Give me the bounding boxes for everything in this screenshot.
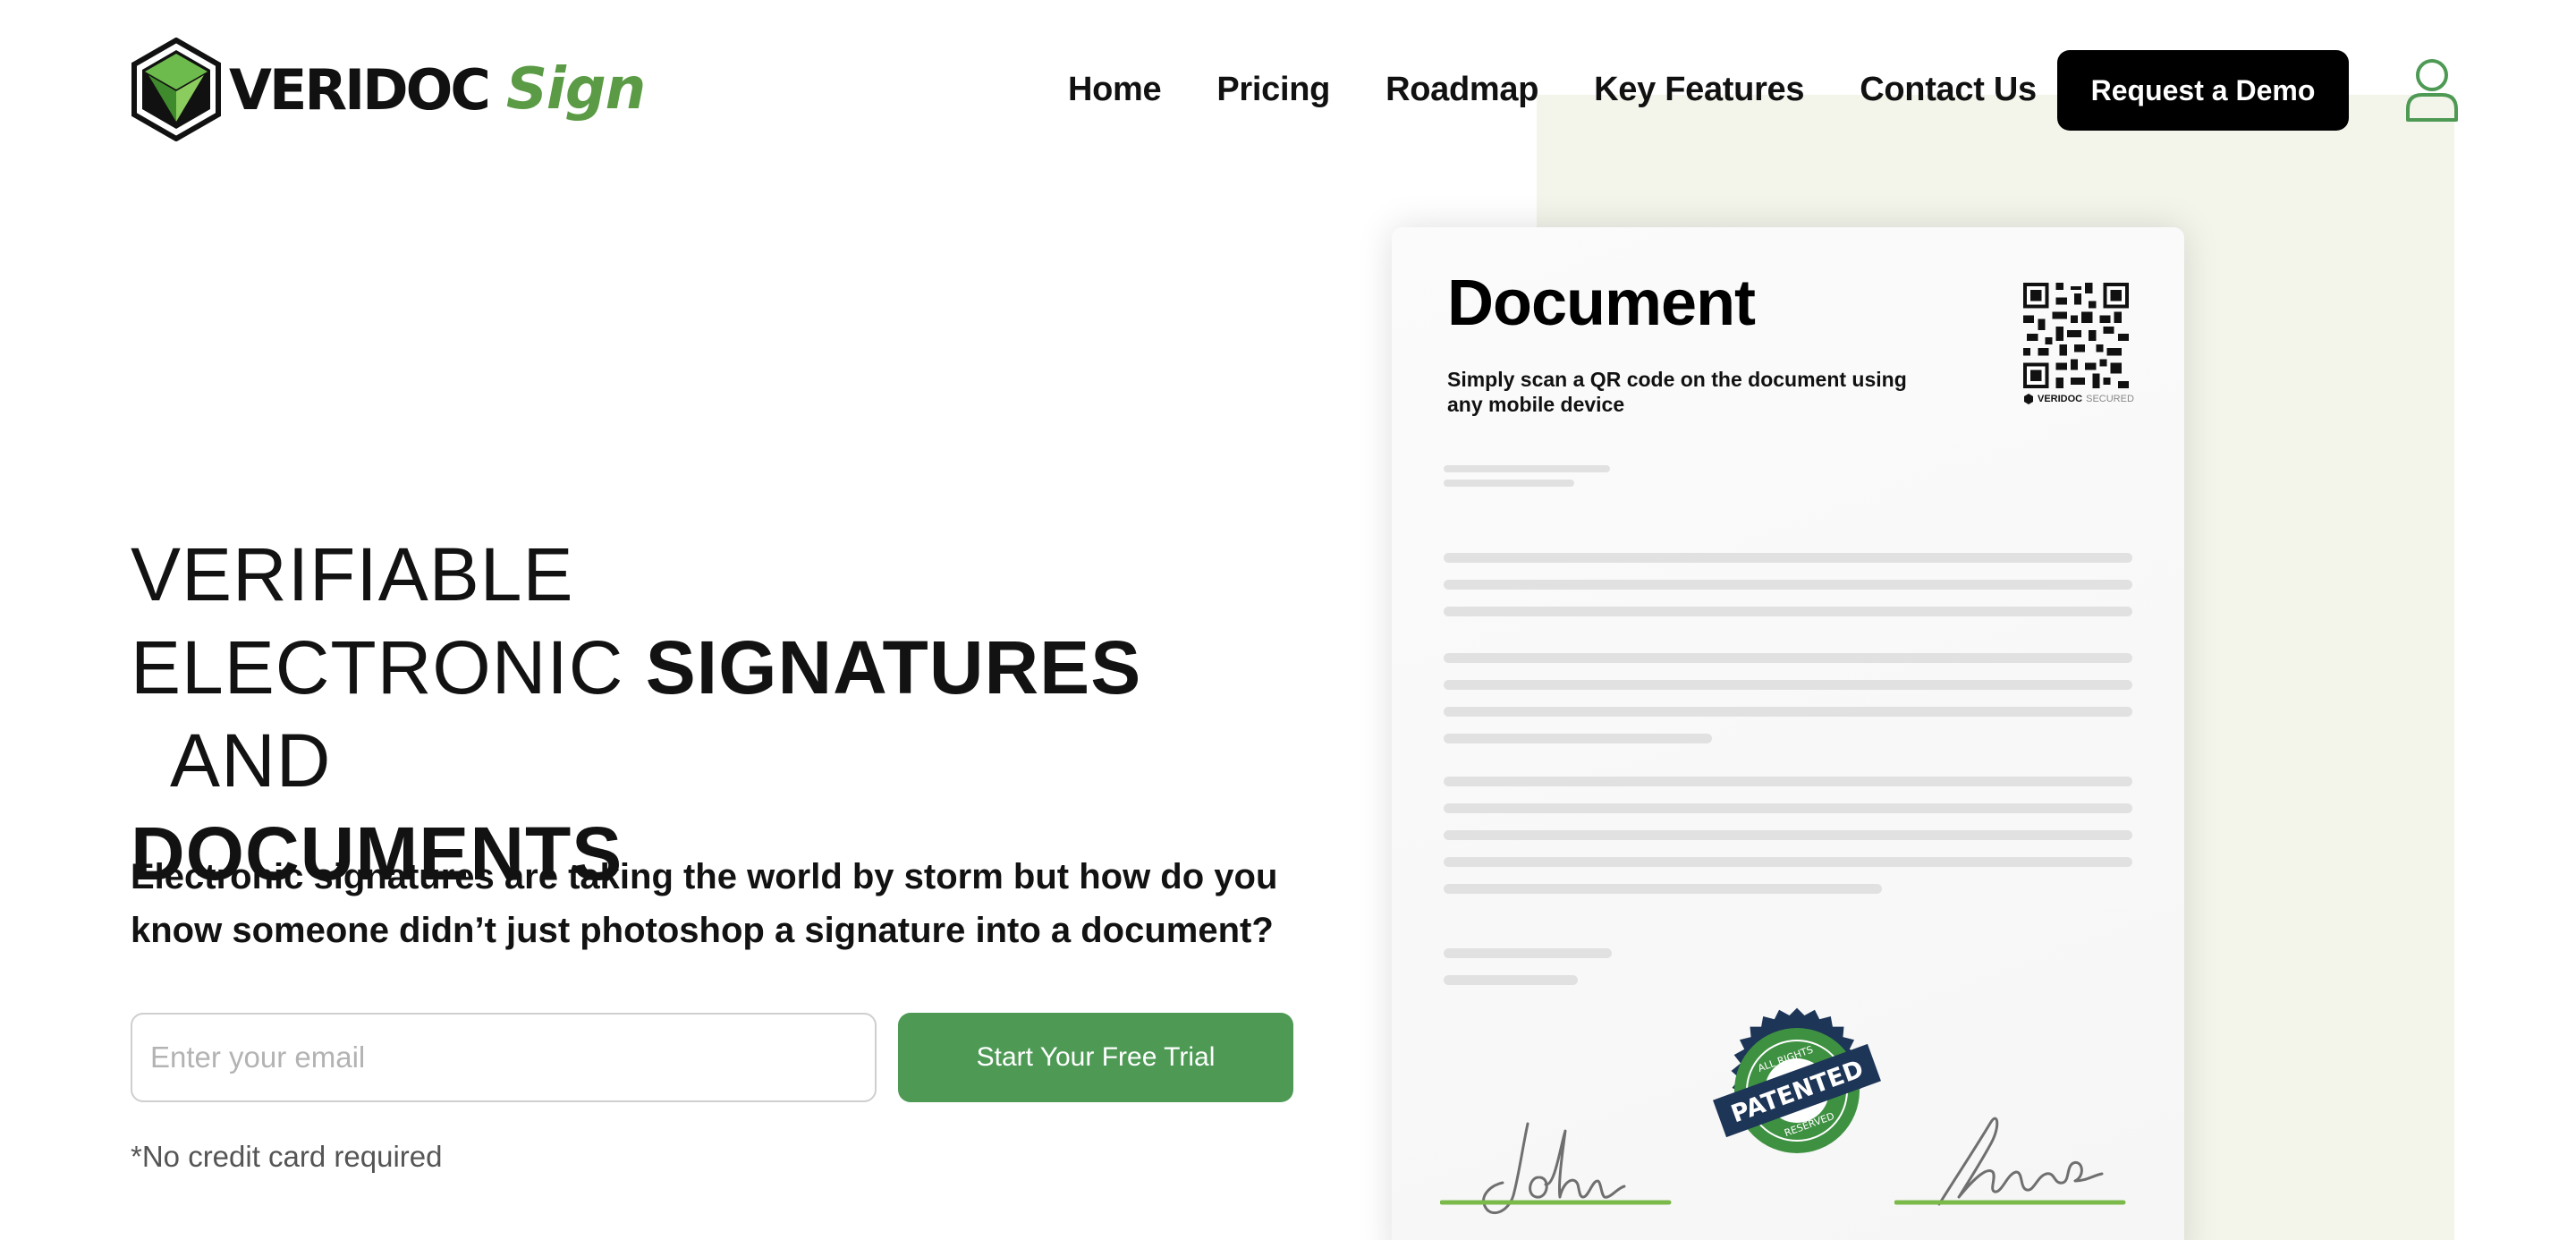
veridoc-mini-logo-icon xyxy=(2024,394,2033,404)
qr-caption: VERIDOC SECURED xyxy=(2023,394,2134,404)
main-nav: Home Pricing Roadmap Key Features Contac… xyxy=(1068,64,2037,115)
no-credit-card-note: *No credit card required xyxy=(131,1140,443,1173)
document-subtitle: Simply scan a QR code on the document us… xyxy=(1447,368,1907,416)
placeholder-line xyxy=(1444,948,1612,958)
start-free-trial-button[interactable]: Start Your Free Trial xyxy=(898,1013,1293,1102)
placeholder-line xyxy=(1444,580,2132,590)
signature-left-icon xyxy=(1440,1122,1672,1215)
nav-roadmap[interactable]: Roadmap xyxy=(1385,64,1538,115)
patented-seal-icon: PATENTED ALL RIGHTS RESERVED xyxy=(1713,1007,1881,1153)
nav-key-features[interactable]: Key Features xyxy=(1594,64,1804,115)
logo[interactable]: VERIDOC Sign xyxy=(131,38,646,141)
hero-title-line2a: ELECTRONIC xyxy=(131,625,646,709)
placeholder-line xyxy=(1444,480,1574,487)
nav-pricing[interactable]: Pricing xyxy=(1216,64,1330,115)
placeholder-line xyxy=(1444,777,2132,786)
request-demo-button[interactable]: Request a Demo xyxy=(2057,50,2349,131)
nav-home[interactable]: Home xyxy=(1068,64,1162,115)
placeholder-line xyxy=(1444,553,2132,563)
placeholder-line xyxy=(1444,857,2132,867)
brand-name: VERIDOC xyxy=(229,56,491,123)
placeholder-line xyxy=(1444,653,2132,663)
hero-title-line1: VERIFIABLE xyxy=(131,532,574,616)
brand-sign: Sign xyxy=(505,56,646,123)
hero-title-line2c: AND xyxy=(131,718,332,803)
document-title: Document xyxy=(1447,268,1756,339)
placeholder-line xyxy=(1444,975,1578,985)
qr-code-icon xyxy=(2023,283,2129,388)
user-icon[interactable] xyxy=(2404,57,2460,123)
hero-title-line2b: SIGNATURES xyxy=(645,625,1142,709)
placeholder-line xyxy=(1444,707,2132,717)
hero-title: VERIFIABLE ELECTRONIC SIGNATURES AND DOC… xyxy=(131,528,1293,900)
placeholder-line xyxy=(1444,680,2132,690)
hero-subtitle: Electronic signatures are taking the wor… xyxy=(131,857,1278,950)
veridoc-logo-icon xyxy=(131,38,221,141)
signature-right-icon xyxy=(1894,1117,2126,1206)
placeholder-line xyxy=(1444,884,1882,894)
placeholder-line xyxy=(1444,734,1712,743)
placeholder-line xyxy=(1444,803,2132,813)
nav-contact-us[interactable]: Contact Us xyxy=(1860,64,2037,115)
placeholder-line xyxy=(1444,830,2132,840)
document-preview-card: Document Simply scan a QR code on the do… xyxy=(1392,227,2184,1240)
email-input[interactable] xyxy=(131,1013,877,1102)
placeholder-line xyxy=(1444,465,1610,472)
placeholder-line xyxy=(1444,607,2132,616)
